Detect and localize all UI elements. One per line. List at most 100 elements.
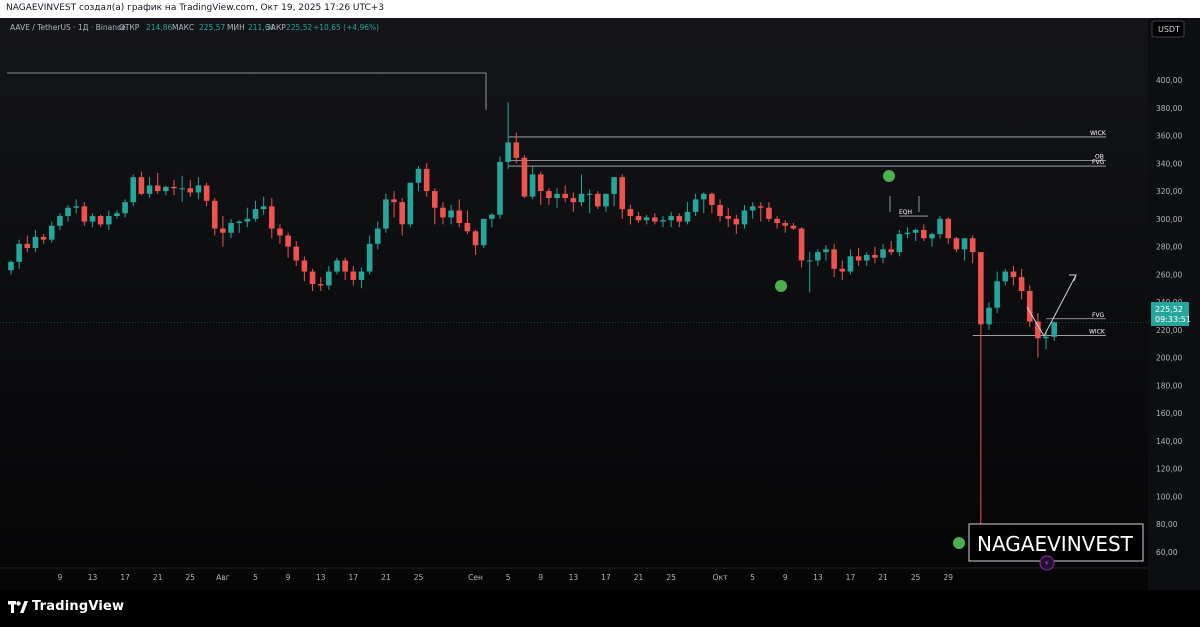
candle-body [497,161,503,215]
candle-body [986,307,992,325]
bolt-glyph: ⚡ [1044,559,1050,568]
tradingview-logo-icon[interactable] [8,601,28,614]
time-tick-label: 17 [120,573,130,582]
candle-body [432,191,438,208]
candle-body [749,206,756,211]
price-tick-label: 400,00 [1156,76,1182,85]
candle-body [252,209,259,219]
candle-body [839,268,846,272]
level-label: EQH [899,209,912,216]
time-tick-label: 5 [253,573,258,582]
candle-body [97,216,104,225]
candle-body [40,236,47,240]
price-tick-label: 100,00 [1156,492,1182,501]
price-tick-label: 80,00 [1156,520,1178,529]
candle-body [203,185,210,201]
time-tick-label: 21 [878,573,888,582]
candle-body [766,207,772,219]
price-tick-label: 280,00 [1156,243,1182,252]
candle-body [244,218,251,222]
candle-body [456,210,463,223]
candle-body [423,168,430,192]
level-label: WICK [1090,130,1107,137]
level-label: FVG [1092,159,1105,166]
time-tick-label: 17 [601,573,611,582]
candle-body [823,249,829,253]
candle-body [220,228,226,233]
price-tick-label: 220,00 [1156,326,1182,335]
price-tick-label: 320,00 [1156,187,1182,196]
candle-body [32,236,39,248]
candle-body [89,216,96,222]
price-tick-label: 180,00 [1156,381,1182,390]
candle-body [146,185,153,194]
candle-body [945,218,952,239]
candle-body [611,177,617,194]
time-tick-label: 13 [316,573,326,582]
candle-body [269,206,275,229]
candle-body [888,249,894,253]
candle-body [277,228,283,236]
header-text: NAGAEVINVEST создал(а) график на Trading… [6,3,385,13]
candle-body [978,252,984,325]
candle-body [660,220,666,222]
legend-low-label: МИН [227,23,245,32]
level-label: FVG [1092,312,1105,319]
candle-body [285,235,291,247]
candle-body [546,191,552,198]
candle-body [1026,291,1033,322]
candle-body [350,271,357,280]
candle-body [407,182,414,225]
candle-body [603,193,609,207]
candle-body [293,246,300,261]
price-tick-label: 120,00 [1156,465,1182,474]
candle-body [505,142,511,162]
candle-body [806,260,813,262]
candle-body [358,271,365,280]
candle-body [554,193,560,198]
candle-body [733,218,740,225]
candle-body [122,202,128,214]
time-tick-label: 25 [414,573,424,582]
price-tick-label: 200,00 [1156,354,1182,363]
time-tick-label: 5 [506,573,511,582]
candle-body [342,260,348,272]
watermark-text: NAGAEVINVEST [977,532,1134,556]
signal-dot-middle [775,280,787,292]
footer-bar: TradingView [0,590,1200,627]
candle-body [774,218,780,223]
candle-body [366,243,373,272]
time-tick-label: 25 [186,573,196,582]
legend-close-value: 225,52 [286,23,312,32]
candle-body [798,228,805,261]
time-tick-label: Авг [216,573,230,582]
candle-body [480,218,487,246]
price-tick-label: 160,00 [1156,409,1182,418]
candle-body [48,225,55,240]
candle-body [513,142,520,158]
price-tick-label: 360,00 [1156,132,1182,141]
candle-body [684,211,691,222]
time-tick-label: 9 [783,573,788,582]
candle-body [65,207,71,217]
candle-body [1051,322,1057,337]
time-tick-label: 21 [381,573,391,582]
candle-body [179,188,185,190]
price-label-countdown: 09:33:51 [1155,315,1191,324]
candle-body [211,200,218,229]
candle-body [676,216,683,222]
time-tick-label: 13 [88,573,98,582]
candle-body [187,188,194,193]
candle-body [195,185,202,193]
logo-text[interactable]: TradingView [32,599,124,614]
candle-body [619,177,626,210]
candle-body [260,206,267,210]
time-tick-label: 25 [666,573,676,582]
candle-body [1043,336,1049,339]
legend-symbol: AAVE / TetherUS · 1Д · Binance [10,23,126,32]
candlestick-chart[interactable]: AAVE / TetherUS · 1Д · Binance ОТКР 214,… [0,18,1200,590]
candle-body [847,256,854,272]
time-tick-label: 5 [750,573,755,582]
candle-body [130,177,137,203]
candle-body [1010,271,1017,278]
